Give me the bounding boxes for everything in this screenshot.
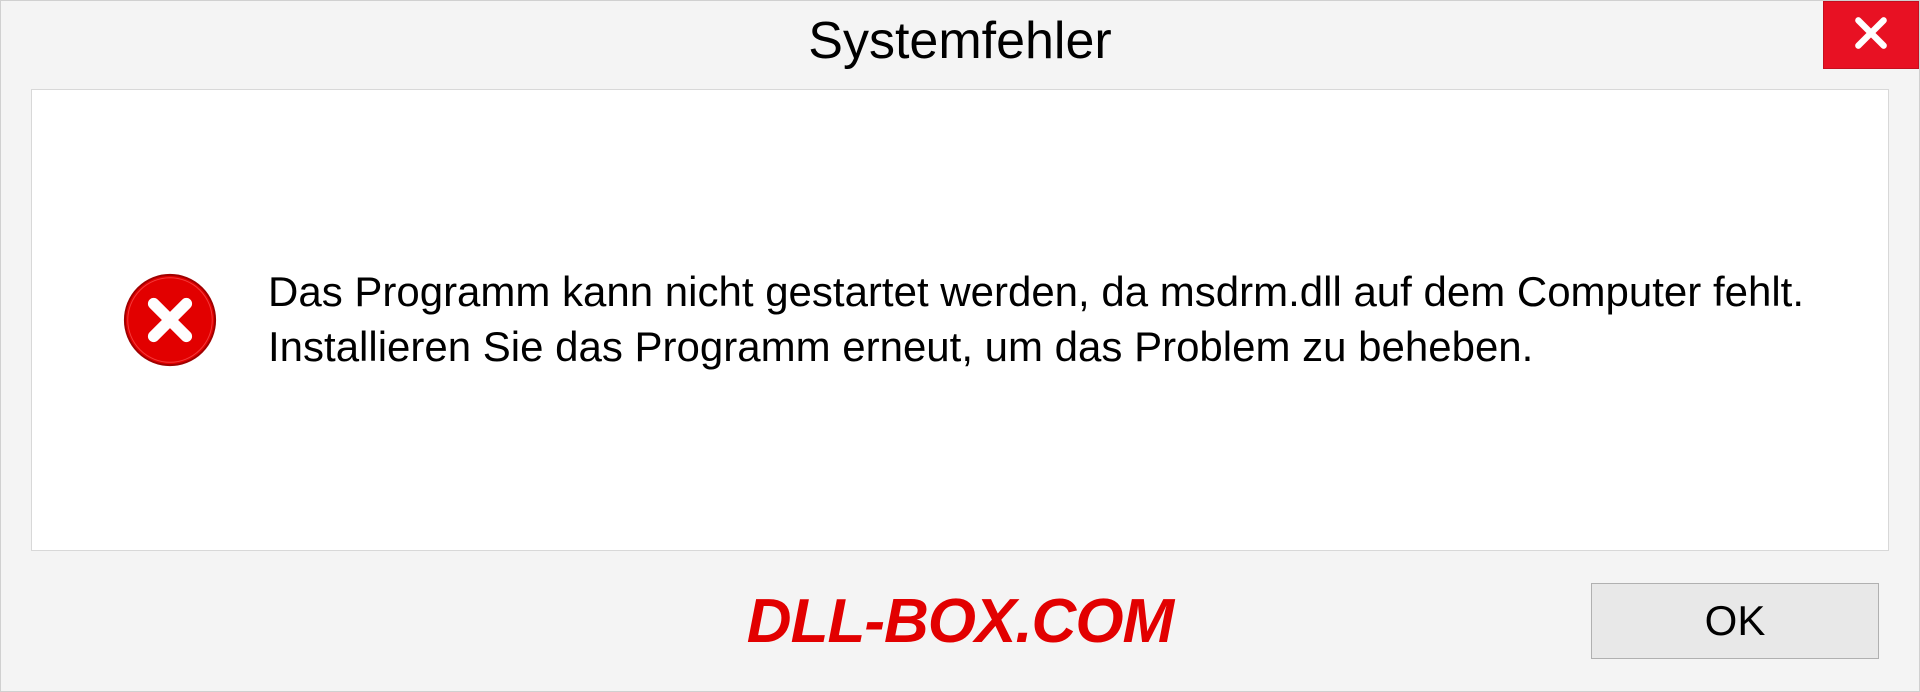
titlebar: Systemfehler (1, 1, 1919, 89)
dialog-footer: DLL-BOX.COM OK (1, 551, 1919, 691)
close-button[interactable] (1823, 1, 1919, 69)
ok-button[interactable]: OK (1591, 583, 1879, 659)
ok-button-label: OK (1705, 597, 1766, 645)
content-area: Das Programm kann nicht gestartet werden… (31, 89, 1889, 551)
error-icon (122, 272, 218, 368)
error-message: Das Programm kann nicht gestartet werden… (268, 265, 1828, 374)
dialog-title: Systemfehler (808, 11, 1111, 71)
watermark-text: DLL-BOX.COM (747, 586, 1173, 657)
close-icon (1852, 14, 1890, 57)
error-dialog: Systemfehler Das Programm kann nicht ges… (0, 0, 1920, 692)
